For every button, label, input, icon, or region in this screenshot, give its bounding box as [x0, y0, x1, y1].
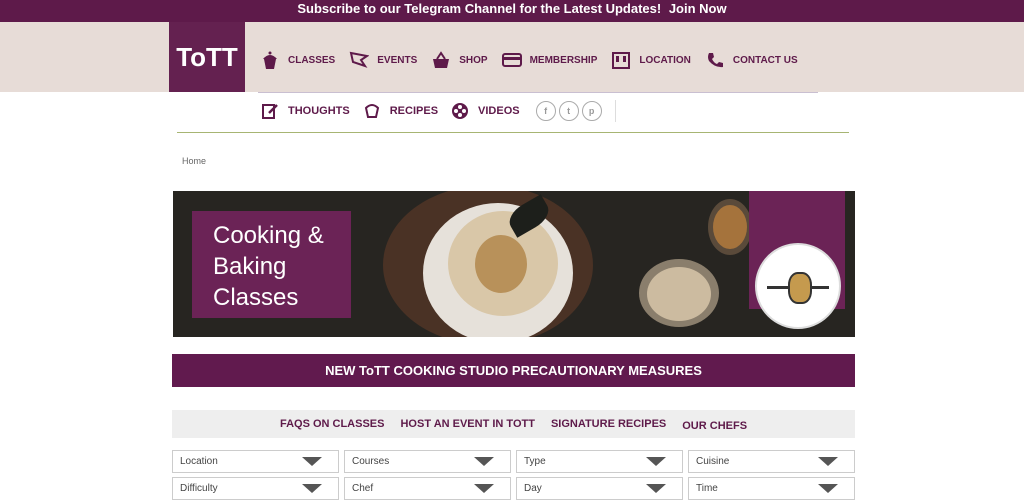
filter-cuisine-label: Cuisine — [696, 456, 730, 467]
film-reel-icon — [450, 101, 470, 121]
phone-icon — [705, 50, 725, 70]
social-links: f t p — [535, 100, 616, 122]
nav-events[interactable]: EVENTS — [349, 50, 417, 70]
nav-location-label: LOCATION — [639, 54, 691, 66]
nav-membership[interactable]: MEMBERSHIP — [501, 50, 598, 70]
tab-our-chefs[interactable]: OUR CHEFS — [682, 420, 747, 432]
nav-separator — [258, 92, 818, 93]
join-now-link[interactable]: Join Now — [669, 1, 727, 16]
pencil-note-icon — [260, 101, 280, 121]
filter-chef[interactable]: Chef — [344, 477, 511, 500]
nav-contact-us[interactable]: CONTACT US — [705, 50, 798, 70]
nav-classes[interactable]: CLASSES — [260, 50, 335, 70]
breadcrumb[interactable]: Home — [182, 156, 206, 166]
hero-banner: Cooking & Baking Classes — [173, 191, 855, 337]
filter-day[interactable]: Day — [516, 477, 683, 500]
best-in-singapore-badge — [755, 243, 841, 329]
filter-time-label: Time — [696, 483, 718, 494]
storefront-icon — [611, 50, 631, 70]
chevron-down-icon — [474, 457, 494, 466]
poached-pear — [475, 235, 527, 293]
nav-contact-us-label: CONTACT US — [732, 54, 798, 66]
hero-title: Cooking & Baking Classes — [192, 211, 351, 318]
tab-signature-recipes[interactable]: SIGNATURE RECIPES — [551, 418, 666, 430]
nav-recipes[interactable]: RECIPES — [362, 101, 438, 121]
chevron-down-icon — [474, 484, 494, 493]
hero-title-line-2: Baking — [213, 253, 287, 280]
chevron-down-icon — [646, 457, 666, 466]
header-divider — [177, 132, 849, 133]
chevron-down-icon — [646, 484, 666, 493]
filter-courses-label: Courses — [352, 456, 390, 467]
filter-courses[interactable]: Courses — [344, 450, 511, 473]
chevron-down-icon — [818, 484, 838, 493]
announcement-text: Subscribe to our Telegram Channel for th… — [297, 1, 662, 16]
nav-thoughts-label: THOUGHTS — [288, 105, 350, 117]
tab-faqs-on-classes[interactable]: FAQS ON CLASSES — [280, 418, 385, 430]
recipe-icon — [362, 101, 382, 121]
nav-events-label: EVENTS — [377, 54, 418, 66]
filter-chef-label: Chef — [352, 483, 374, 494]
almond-bowl-contents — [647, 267, 711, 321]
primary-nav: CLASSES EVENTS SHOP MEMBERSHIP LOCATION … — [260, 47, 812, 73]
facebook-icon[interactable]: f — [535, 101, 556, 121]
filter-difficulty-label: Difficulty — [180, 483, 218, 494]
class-tabs: FAQS ON CLASSES HOST AN EVENT IN TOTT SI… — [172, 410, 855, 438]
nav-recipes-label: RECIPES — [389, 105, 439, 117]
secondary-nav: THOUGHTS RECIPES VIDEOS f t p — [260, 98, 616, 124]
filter-day-label: Day — [524, 483, 542, 494]
twitter-icon[interactable]: t — [558, 101, 579, 121]
nav-thoughts[interactable]: THOUGHTS — [260, 101, 350, 121]
nav-membership-label: MEMBERSHIP — [529, 54, 598, 66]
badge-emblem — [788, 272, 812, 304]
spice-bowl-contents — [713, 205, 747, 249]
basket-icon — [431, 50, 451, 70]
tab-host-an-event[interactable]: HOST AN EVENT IN TOTT — [400, 418, 534, 430]
chevron-down-icon — [302, 484, 322, 493]
hero-title-line-3: Classes — [213, 284, 299, 311]
hero-title-line-1: Cooking & — [213, 222, 324, 249]
filter-type-label: Type — [524, 456, 546, 467]
nav-shop[interactable]: SHOP — [431, 50, 488, 70]
card-icon — [501, 50, 522, 70]
telegram-announcement-bar: Subscribe to our Telegram Channel for th… — [0, 0, 1024, 22]
pinterest-icon[interactable]: p — [581, 101, 602, 121]
chevron-down-icon — [818, 457, 838, 466]
precautionary-measures-banner[interactable]: NEW ToTT COOKING STUDIO PRECAUTIONARY ME… — [172, 354, 855, 387]
nav-shop-label: SHOP — [459, 54, 488, 66]
tott-logo[interactable]: ToTT — [169, 22, 245, 92]
nav-location[interactable]: LOCATION — [611, 50, 691, 70]
filter-time[interactable]: Time — [688, 477, 855, 500]
filter-location-label: Location — [180, 456, 218, 467]
cupcake-icon — [260, 50, 280, 70]
nav-classes-label: CLASSES — [288, 54, 336, 66]
filter-cuisine[interactable]: Cuisine — [688, 450, 855, 473]
flag-icon — [349, 50, 370, 70]
chevron-down-icon — [302, 457, 322, 466]
filter-difficulty[interactable]: Difficulty — [172, 477, 339, 500]
nav-videos[interactable]: VIDEOS — [450, 101, 520, 121]
nav-videos-label: VIDEOS — [478, 105, 520, 117]
filter-location[interactable]: Location — [172, 450, 339, 473]
filter-type[interactable]: Type — [516, 450, 683, 473]
